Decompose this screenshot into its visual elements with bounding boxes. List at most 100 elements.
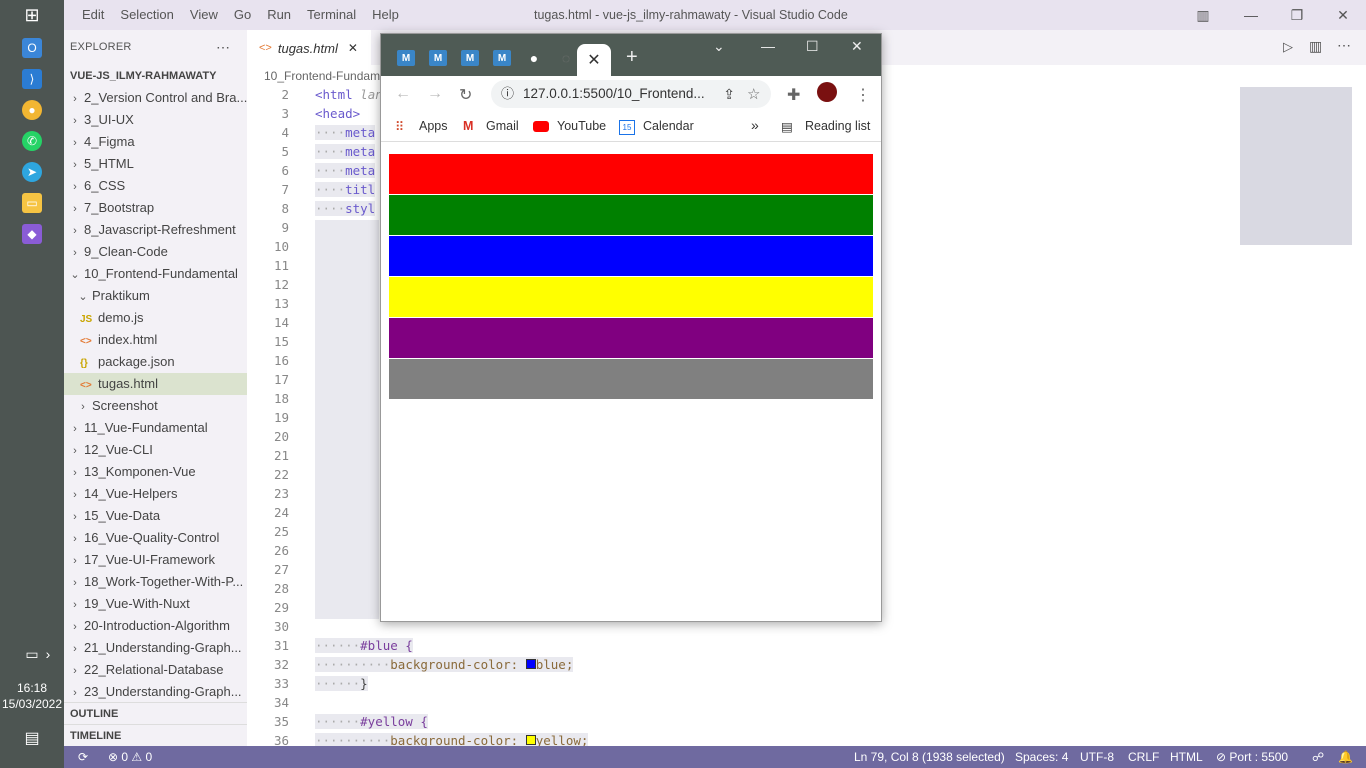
- tree-item[interactable]: › 15_Vue-Data: [64, 505, 247, 527]
- tree-item[interactable]: › 4_Figma: [64, 131, 247, 153]
- run-icon[interactable]: ▷: [1283, 39, 1293, 55]
- tree-item[interactable]: › 9_Clean-Code: [64, 241, 247, 263]
- menu-run[interactable]: Run: [259, 0, 299, 30]
- tree-item[interactable]: › 21_Understanding-Graph...: [64, 637, 247, 659]
- tree-item[interactable]: › 14_Vue-Helpers: [64, 483, 247, 505]
- timeline-section[interactable]: TIMELINE: [64, 724, 247, 746]
- menu-go[interactable]: Go: [226, 0, 259, 30]
- maximize-button[interactable]: ☐: [806, 38, 819, 55]
- tree-item[interactable]: JS demo.js: [64, 307, 247, 329]
- restore-button[interactable]: ❐: [1274, 0, 1320, 30]
- menu-selection[interactable]: Selection: [112, 0, 181, 30]
- tree-item[interactable]: › 18_Work-Together-With-P...: [64, 571, 247, 593]
- sync-icon[interactable]: ⟳: [78, 746, 88, 768]
- chevron-right-icon[interactable]: ›: [38, 644, 58, 664]
- calendar-icon[interactable]: 15: [619, 120, 635, 135]
- menu-icon[interactable]: ⋮: [855, 85, 871, 105]
- chrome-icon[interactable]: ●: [22, 100, 42, 120]
- site-info-icon[interactable]: ⓘ: [501, 80, 514, 108]
- app-icon[interactable]: ◆: [22, 224, 42, 244]
- profile-avatar[interactable]: [817, 82, 837, 102]
- bookmark-apps[interactable]: Apps: [419, 119, 448, 133]
- menu-edit[interactable]: Edit: [74, 0, 112, 30]
- bookmark-calendar[interactable]: Calendar: [643, 119, 694, 133]
- problems-indicator[interactable]: ⊗ 0 ⚠ 0: [108, 746, 152, 768]
- tab-favicon-m[interactable]: M: [493, 50, 511, 66]
- bell-icon[interactable]: 🔔: [1338, 746, 1353, 768]
- minimize-button[interactable]: —: [761, 38, 775, 54]
- tree-item[interactable]: › 11_Vue-Fundamental: [64, 417, 247, 439]
- close-icon[interactable]: ✕: [587, 50, 600, 70]
- bookmark-star-icon[interactable]: ☆: [747, 85, 760, 103]
- encoding[interactable]: UTF-8: [1080, 746, 1114, 768]
- outlook-icon[interactable]: O: [22, 38, 42, 58]
- loading-icon[interactable]: ◌: [557, 50, 575, 66]
- color-swatch-blue[interactable]: [525, 659, 536, 669]
- tree-item[interactable]: › 6_CSS: [64, 175, 247, 197]
- tree-item[interactable]: › 13_Komponen-Vue: [64, 461, 247, 483]
- close-button[interactable]: ✕: [851, 38, 863, 55]
- tab-favicon-m[interactable]: M: [461, 50, 479, 66]
- vscode-icon[interactable]: ⟩: [22, 69, 42, 89]
- active-tab[interactable]: ✕: [577, 44, 611, 76]
- indentation[interactable]: Spaces: 4: [1015, 746, 1068, 768]
- tree-item[interactable]: › 16_Vue-Quality-Control: [64, 527, 247, 549]
- tree-item[interactable]: {} package.json: [64, 351, 247, 373]
- menu-terminal[interactable]: Terminal: [299, 0, 364, 30]
- split-editor-icon[interactable]: ▥: [1309, 38, 1322, 55]
- live-server-port[interactable]: ⊘ Port : 5500: [1216, 746, 1288, 768]
- outline-section[interactable]: OUTLINE: [64, 702, 247, 724]
- tree-item[interactable]: ⌄ 10_Frontend-Fundamental: [64, 263, 247, 285]
- more-actions-icon[interactable]: ⋯: [216, 30, 230, 65]
- whatsapp-icon[interactable]: ✆: [22, 131, 42, 151]
- github-icon[interactable]: ●: [525, 50, 543, 66]
- notification-icon[interactable]: ▤: [22, 728, 42, 748]
- forward-icon[interactable]: →: [427, 85, 443, 103]
- tree-item[interactable]: › 3_UI-UX: [64, 109, 247, 131]
- file-explorer-icon[interactable]: ▭: [22, 193, 42, 213]
- more-actions-icon[interactable]: ⋯: [1337, 37, 1351, 54]
- youtube-icon[interactable]: [533, 121, 549, 132]
- tree-item[interactable]: › Screenshot: [64, 395, 247, 417]
- reload-icon[interactable]: ↻: [459, 85, 472, 105]
- bookmark-gmail[interactable]: Gmail: [486, 119, 519, 133]
- bookmark-youtube[interactable]: YouTube: [557, 119, 606, 133]
- reading-list-icon[interactable]: ▤: [781, 119, 793, 134]
- tree-item[interactable]: › 17_Vue-UI-Framework: [64, 549, 247, 571]
- tree-item[interactable]: › 12_Vue-CLI: [64, 439, 247, 461]
- minimap[interactable]: [1240, 87, 1352, 245]
- tree-item[interactable]: › 7_Bootstrap: [64, 197, 247, 219]
- tree-item[interactable]: <> tugas.html: [64, 373, 247, 395]
- tree-item[interactable]: › 8_Javascript-Refreshment: [64, 219, 247, 241]
- apps-grid-icon[interactable]: ⠿: [395, 119, 404, 134]
- tab-tugas-html[interactable]: <> tugas.html ✕: [247, 30, 371, 65]
- address-bar[interactable]: ⓘ 127.0.0.1:5500/10_Frontend... ⇪: [491, 80, 771, 108]
- close-button[interactable]: ✕: [1320, 0, 1366, 30]
- tab-favicon-m[interactable]: M: [397, 50, 415, 66]
- close-icon[interactable]: ✕: [348, 41, 358, 55]
- cursor-position[interactable]: Ln 79, Col 8 (1938 selected): [854, 746, 1005, 768]
- language-mode[interactable]: HTML: [1170, 746, 1203, 768]
- tree-item[interactable]: › 20-Introduction-Algorithm: [64, 615, 247, 637]
- project-root[interactable]: VUE-JS_ILMY-RAHMAWATY: [64, 65, 247, 87]
- minimize-button[interactable]: —: [1228, 0, 1274, 30]
- gmail-icon[interactable]: M: [463, 119, 473, 133]
- back-icon[interactable]: ←: [395, 85, 411, 103]
- layout-icon[interactable]: ▥: [1180, 0, 1226, 30]
- menu-help[interactable]: Help: [364, 0, 407, 30]
- color-swatch-yellow[interactable]: [525, 735, 536, 745]
- share-icon[interactable]: ⇪: [723, 80, 735, 108]
- system-clock[interactable]: 16:18 15/03/2022: [0, 680, 64, 712]
- tree-item[interactable]: <> index.html: [64, 329, 247, 351]
- tree-item[interactable]: › 19_Vue-With-Nuxt: [64, 593, 247, 615]
- telegram-icon[interactable]: ➤: [22, 162, 42, 182]
- feedback-icon[interactable]: ☍: [1312, 746, 1324, 768]
- tree-item[interactable]: › 23_Understanding-Graph...: [64, 681, 247, 703]
- tab-search-icon[interactable]: ⌄: [713, 38, 725, 55]
- tab-favicon-m[interactable]: M: [429, 50, 447, 66]
- tree-item[interactable]: › 5_HTML: [64, 153, 247, 175]
- line-ending[interactable]: CRLF: [1128, 746, 1159, 768]
- extensions-icon[interactable]: ✚: [787, 85, 800, 105]
- tree-item[interactable]: › 22_Relational-Database: [64, 659, 247, 681]
- windows-start-icon[interactable]: ⊞: [22, 5, 42, 25]
